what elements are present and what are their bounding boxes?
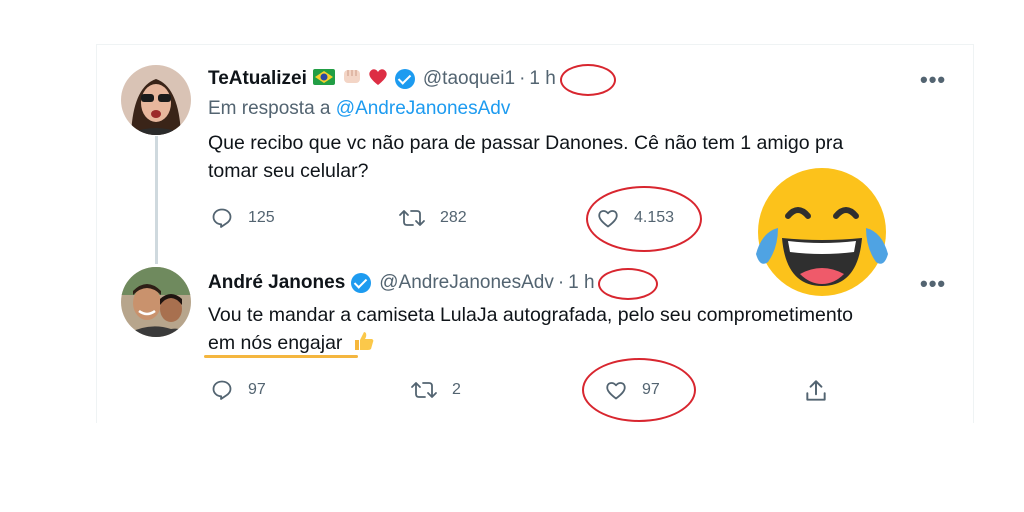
tweet2-header: André Janones @AndreJanonesAdv · 1 h (208, 271, 595, 295)
tweet2-more-button[interactable]: ••• (920, 271, 946, 297)
avatar-andre-janones[interactable] (121, 267, 191, 337)
annotation-circle-likes-1 (586, 186, 702, 252)
annotation-circle-likes-2 (582, 358, 696, 422)
separator-dot: · (557, 272, 565, 293)
tweet2-author-name[interactable]: André Janones (208, 272, 345, 294)
reply-icon (212, 380, 232, 400)
heart-icon (367, 67, 389, 92)
tweet1-text-line1: Que recibo que vc não para de passar Dan… (208, 132, 844, 154)
tweet2-reply-count: 97 (248, 381, 266, 398)
annotation-circle-time-2 (598, 268, 658, 300)
tweet2-handle[interactable]: @AndreJanonesAdv (379, 272, 554, 294)
tweet1-retweet-count: 282 (440, 209, 467, 226)
retweet-icon (399, 210, 425, 226)
reply-prefix: Em resposta a (208, 98, 331, 119)
separator-dot: · (519, 68, 526, 89)
fist-icon (341, 67, 363, 92)
thread-connector-line (155, 136, 158, 264)
tweet1-author-name[interactable]: TeAtualizei (208, 68, 307, 90)
share-button[interactable] (803, 378, 829, 409)
share-icon (806, 380, 826, 401)
avatar-teatualizei[interactable] (121, 65, 191, 135)
tweet2-retweet-count: 2 (452, 381, 461, 398)
tweet1-reply-count: 125 (248, 209, 275, 226)
retweet-icon (411, 382, 437, 398)
brazil-flag-icon (312, 68, 335, 90)
tweet1-more-button[interactable]: ••• (920, 67, 946, 93)
tweet2-reply-button[interactable]: 97 (210, 378, 266, 402)
annotation-circle-time-1 (560, 64, 616, 96)
tweet1-handle[interactable]: @taoquei1 (423, 68, 515, 90)
tweet1-header: TeAtualizei @taoquei1 · 1 h (208, 67, 556, 91)
verified-icon (394, 69, 415, 89)
reply-icon (212, 208, 232, 228)
annotation-underline (204, 355, 358, 358)
tweet1-retweet-button[interactable]: 282 (398, 206, 467, 230)
tweet1-reply-context: Em resposta a @AndreJanonesAdv (208, 98, 510, 120)
tweet2-text: Vou te mandar a camiseta LulaJa autograf… (208, 301, 853, 361)
tweet2-retweet-button[interactable]: 2 (410, 378, 461, 402)
laughing-crying-emoji (748, 162, 896, 310)
tweet1-timestamp[interactable]: 1 h (529, 68, 555, 90)
tweet2-text-line2: em nós engajar (208, 332, 343, 354)
verified-icon (351, 273, 372, 293)
reply-to-link[interactable]: @AndreJanonesAdv (336, 98, 511, 119)
tweet2-timestamp[interactable]: 1 h (568, 272, 594, 294)
tweet2-text-line1: Vou te mandar a camiseta LulaJa autograf… (208, 304, 853, 326)
tweet1-reply-button[interactable]: 125 (210, 206, 275, 230)
